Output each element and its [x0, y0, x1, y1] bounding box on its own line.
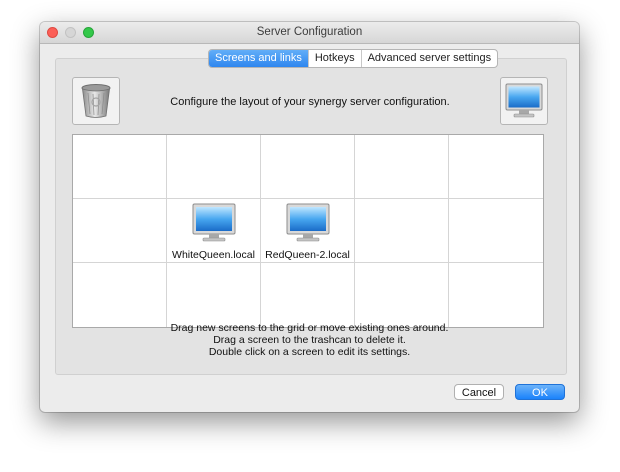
tab-advanced-server-settings[interactable]: Advanced server settings: [360, 50, 498, 67]
grid-cell[interactable]: [355, 263, 449, 327]
grid-cell[interactable]: [73, 135, 167, 199]
instruction-line: Drag a screen to the trashcan to delete …: [213, 334, 406, 346]
trash-drop-target[interactable]: [72, 77, 120, 125]
grid-cell[interactable]: [449, 199, 543, 263]
monitor-icon: [286, 203, 329, 242]
window-title: Server Configuration: [256, 26, 363, 38]
instructions: Drag new screens to the grid or move exi…: [40, 322, 579, 358]
tab-hotkeys[interactable]: Hotkeys: [307, 50, 361, 67]
grid-cell[interactable]: [449, 263, 543, 327]
layout-description: Configure the layout of your synergy ser…: [170, 96, 450, 108]
screen-redqueen[interactable]: RedQueen-2.local: [261, 203, 354, 261]
ok-button[interactable]: OK: [515, 384, 565, 400]
grid-cell[interactable]: [73, 263, 167, 327]
tab-bar: Screens and links Hotkeys Advanced serve…: [208, 49, 499, 68]
grid-cell[interactable]: [355, 199, 449, 263]
monitor-icon: [505, 83, 543, 118]
grid-cell[interactable]: [167, 263, 261, 327]
screen-whitequeen[interactable]: WhiteQueen.local: [167, 203, 260, 261]
grid-cell[interactable]: [167, 135, 261, 199]
server-configuration-window: Server Configuration Screens and links H…: [40, 22, 579, 412]
new-screen-drag-source[interactable]: [500, 77, 548, 125]
tab-screens-and-links[interactable]: Screens and links: [209, 50, 308, 67]
screen-name-label: RedQueen-2.local: [265, 249, 350, 261]
instruction-line: Double click on a screen to edit its set…: [208, 346, 411, 358]
grid-cell[interactable]: [261, 263, 355, 327]
grid-cell[interactable]: [73, 199, 167, 263]
monitor-icon: [192, 203, 235, 242]
grid-cell[interactable]: [449, 135, 543, 199]
grid-cell[interactable]: [261, 135, 355, 199]
screen-layout-grid[interactable]: WhiteQueen.local RedQueen-2.local: [72, 134, 544, 328]
grid-cell[interactable]: [355, 135, 449, 199]
screen-name-label: WhiteQueen.local: [172, 249, 255, 261]
trash-icon: [81, 84, 111, 118]
grid-cell[interactable]: RedQueen-2.local: [261, 199, 355, 263]
grid-cell[interactable]: WhiteQueen.local: [167, 199, 261, 263]
title-bar[interactable]: Server Configuration: [40, 22, 579, 44]
cancel-button[interactable]: Cancel: [454, 384, 504, 400]
instruction-line: Drag new screens to the grid or move exi…: [170, 322, 449, 334]
